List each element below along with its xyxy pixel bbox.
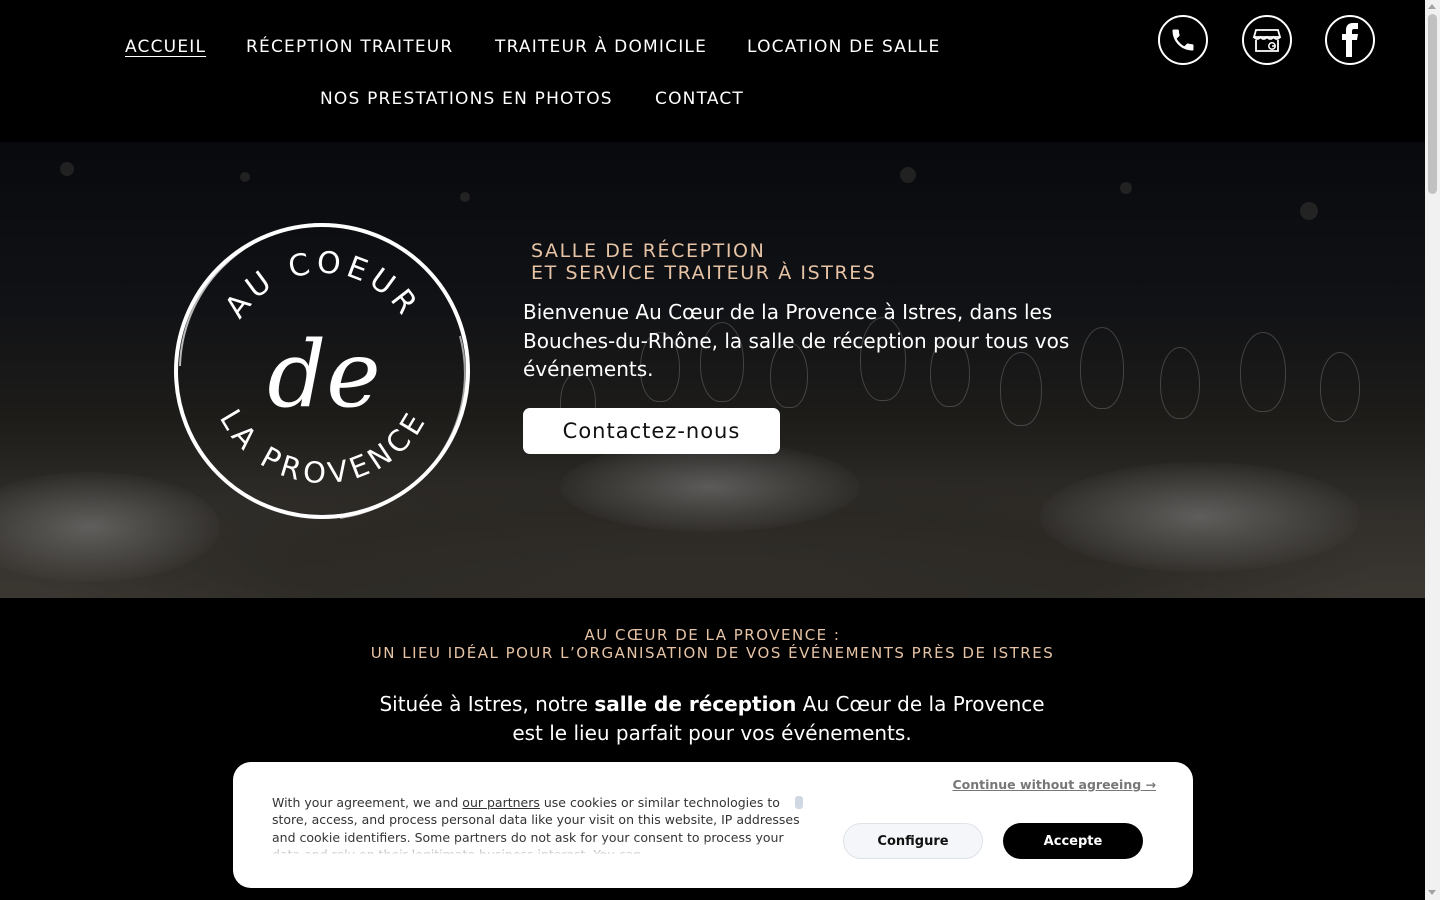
nav-prestations-photos[interactable]: NOS PRESTATIONS EN PHOTOS <box>320 89 613 109</box>
partners-link[interactable]: our partners <box>462 795 540 810</box>
hero-kicker: SALLE DE RÉCEPTION ET SERVICE TRAITEUR À… <box>531 240 1131 284</box>
nav-contact[interactable]: CONTACT <box>655 89 744 109</box>
facebook-icon <box>1342 23 1358 57</box>
cookie-text-fade <box>272 840 802 856</box>
contact-button[interactable]: Contactez-nous <box>523 408 780 454</box>
logo: AU COEUR de LA PROVENCE <box>174 223 470 519</box>
google-business-icon <box>1252 29 1282 52</box>
nav-reception-traiteur[interactable]: RÉCEPTION TRAITEUR <box>246 37 453 57</box>
section-text-start: Située à Istres, notre <box>379 692 595 716</box>
continue-without-agreeing-link[interactable]: Continue without agreeing → <box>952 777 1156 792</box>
cookie-banner: With your agreement, we and our partners… <box>233 762 1193 888</box>
scrollbar-thumb[interactable] <box>1428 14 1437 194</box>
section-text-bold: salle de réception <box>594 692 797 716</box>
phone-icon <box>1172 29 1194 51</box>
page-scrollbar[interactable] <box>1425 0 1440 900</box>
svg-text:AU COEUR: AU COEUR <box>218 245 426 325</box>
logo-middle-text: de <box>267 321 380 428</box>
scroll-up-arrow[interactable] <box>1428 4 1436 9</box>
hero-kicker-line2: ET SERVICE TRAITEUR À ISTRES <box>531 262 877 284</box>
section-title-line1: AU CŒUR DE LA PROVENCE : <box>584 626 841 644</box>
scroll-down-arrow[interactable] <box>1428 890 1436 895</box>
logo-top-text: AU COEUR <box>218 245 421 325</box>
section-title-line2: UN LIEU IDÉAL POUR L’ORGANISATION DE VOS… <box>370 644 1055 662</box>
nav-location-salle[interactable]: LOCATION DE SALLE <box>747 37 940 57</box>
accept-button[interactable]: Accepte <box>1003 823 1143 859</box>
cookie-text-scrollbar[interactable] <box>795 796 803 809</box>
nav-traiteur-domicile[interactable]: TRAITEUR À DOMICILE <box>495 37 707 57</box>
configure-button[interactable]: Configure <box>843 823 983 859</box>
section-description: Située à Istres, notre salle de réceptio… <box>362 690 1062 747</box>
google-business-button[interactable] <box>1242 15 1292 65</box>
facebook-button[interactable] <box>1325 15 1375 65</box>
hero-description: Bienvenue Au Cœur de la Provence à Istre… <box>523 300 1070 381</box>
section-title: AU CŒUR DE LA PROVENCE : UN LIEU IDÉAL P… <box>0 626 1425 662</box>
cookie-text-start: With your agreement, we and <box>272 795 463 810</box>
hero-kicker-line1: SALLE DE RÉCEPTION <box>531 240 766 262</box>
nav-accueil[interactable]: ACCUEIL <box>125 37 206 57</box>
phone-button[interactable] <box>1158 15 1208 65</box>
site-header: ACCUEIL RÉCEPTION TRAITEUR TRAITEUR À DO… <box>0 0 1425 142</box>
